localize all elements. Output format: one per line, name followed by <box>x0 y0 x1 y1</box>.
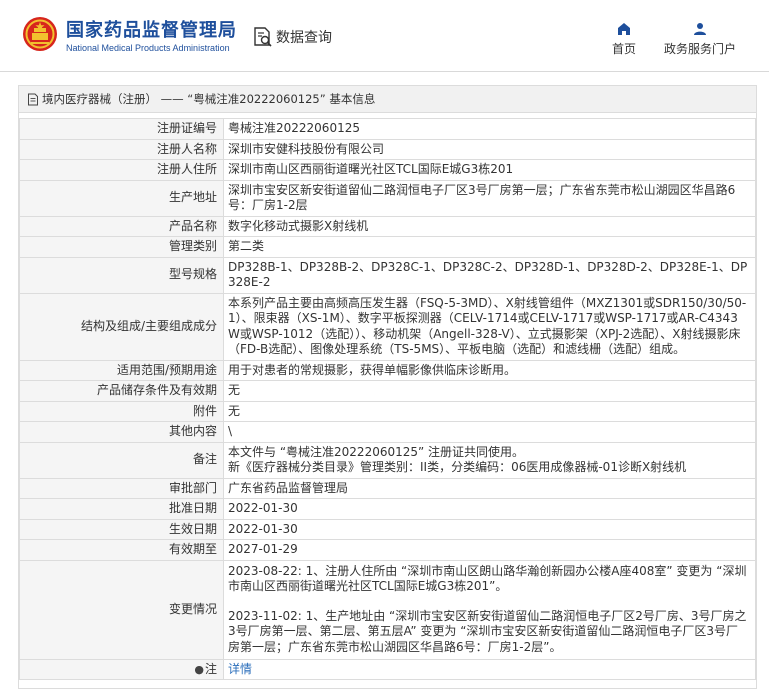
user-icon <box>694 23 706 35</box>
table-row: 结构及组成/主要组成成分 本系列产品主要由高频高压发生器（FSQ-5-3MD）、X… <box>19 292 756 361</box>
field-label: 附件 <box>19 400 224 422</box>
pin-icon: ● <box>194 662 204 676</box>
field-label-note: ●注 <box>19 658 224 680</box>
field-value: 第二类 <box>223 236 756 258</box>
note-label: 注 <box>204 661 217 676</box>
document-icon <box>28 93 38 105</box>
table-row: ●注 详情 <box>19 658 756 680</box>
table-row: 产品储存条件及有效期无 <box>19 380 756 402</box>
table-row: 审批部门 广东省药品监督管理局 <box>19 477 756 499</box>
field-label: 注册人住所 <box>19 159 224 181</box>
basic-info-panel: 境内医疗器械（注册） —— “粤械注准20222060125” 基本信息 注册证… <box>18 85 757 689</box>
field-label: 生产地址 <box>19 179 224 217</box>
field-label: 变更情况 <box>19 559 224 660</box>
panel-title-bar: 境内医疗器械（注册） —— “粤械注准20222060125” 基本信息 <box>19 86 756 113</box>
nav-service-portal[interactable]: 政务服务门户 <box>664 22 736 57</box>
field-value: 深圳市宝安区新安街道留仙二路润恒电子厂区3号厂房第一层；广东省东莞市松山湖园区华… <box>223 179 756 217</box>
document-search-icon <box>254 27 272 47</box>
table-row: 适用范围/预期用途 用于对患者的常规摄影，获得单幅影像供临床诊断用。 <box>19 359 756 381</box>
table-row: 生产地址 深圳市宝安区新安街道留仙二路润恒电子厂区3号厂房第一层；广东省东莞市松山… <box>19 179 756 217</box>
table-row: 批准日期 2022-01-30 <box>19 498 756 520</box>
change-entry: 2023-11-02: 1、生产地址由 “深圳市宝安区新安街道留仙二路润恒电子厂… <box>228 608 747 654</box>
field-value: 无 <box>223 380 756 402</box>
table-row: 其他内容 \ <box>19 421 756 443</box>
table-row: 注册人住所 深圳市南山区西丽街道曙光社区TCL国际E城G3栋201 <box>19 159 756 181</box>
table-row: 型号规格 DP328B-1、DP328B-2、DP328C-1、DP328C-2、… <box>19 256 756 294</box>
remark-line: 新《医疗器械分类目录》管理类别：II类，分类编码：06医用成像器械-01诊断X射… <box>228 460 687 474</box>
field-value: DP328B-1、DP328B-2、DP328C-1、DP328C-2、DP32… <box>223 256 756 294</box>
data-query-label: 数据查询 <box>276 30 332 46</box>
table-row: 注册人名称 深圳市安健科技股份有限公司 <box>19 138 756 160</box>
table-row: 变更情况 2023-08-22: 1、注册人住所由 “深圳市南山区朗山路华瀚创新… <box>19 559 756 660</box>
data-query-link[interactable]: 数据查询 <box>252 24 332 50</box>
home-icon <box>618 23 630 35</box>
national-emblem-icon[interactable] <box>22 16 58 52</box>
field-value: \ <box>223 421 756 443</box>
field-label: 审批部门 <box>19 477 224 499</box>
field-label: 注册证编号 <box>19 118 224 140</box>
panel-title: 境内医疗器械（注册） —— “粤械注准20222060125” 基本信息 <box>42 92 376 106</box>
table-row: 产品名称 数字化移动式摄影X射线机 <box>19 215 756 237</box>
field-value: 2027-01-29 <box>223 539 756 561</box>
field-label: 型号规格 <box>19 256 224 294</box>
field-value: 深圳市南山区西丽街道曙光社区TCL国际E城G3栋201 <box>223 159 756 181</box>
field-label: 产品名称 <box>19 215 224 237</box>
device-info-table: 注册证编号 粤械注准20222060125 注册人名称 深圳市安健科技股份有限公司 … <box>19 118 756 680</box>
field-value: 粤械注准20222060125 <box>223 118 756 140</box>
field-value: 数字化移动式摄影X射线机 <box>223 215 756 237</box>
field-label: 其他内容 <box>19 421 224 443</box>
nav-portal-label: 政务服务门户 <box>664 42 737 56</box>
field-value: 2022-01-30 <box>223 498 756 520</box>
table-row: 有效期至 2027-01-29 <box>19 539 756 561</box>
table-row: 备注 本文件与 “粤械注准20222060125” 注册证共同使用。 新《医疗器… <box>19 441 756 479</box>
field-label: 批准日期 <box>19 498 224 520</box>
details-link[interactable]: 详情 <box>228 662 252 676</box>
field-value: 2023-08-22: 1、注册人住所由 “深圳市南山区朗山路华瀚创新园办公楼A… <box>223 559 756 660</box>
field-label: 适用范围/预期用途 <box>19 359 224 381</box>
field-label: 结构及组成/主要组成成分 <box>19 292 224 361</box>
change-spacer <box>228 595 749 609</box>
nav-home[interactable]: 首页 <box>612 22 636 57</box>
field-label: 管理类别 <box>19 236 224 258</box>
table-row: 管理类别 第二类 <box>19 236 756 258</box>
site-header: 国家药品监督管理局 National Medical Products Admi… <box>0 0 769 72</box>
table-row: 注册证编号 粤械注准20222060125 <box>19 118 756 140</box>
field-label: 产品储存条件及有效期 <box>19 380 224 402</box>
field-value: 本文件与 “粤械注准20222060125” 注册证共同使用。 新《医疗器械分类… <box>223 441 756 479</box>
field-label: 备注 <box>19 441 224 479</box>
change-entry: 2023-08-22: 1、注册人住所由 “深圳市南山区朗山路华瀚创新园办公楼A… <box>228 563 747 594</box>
table-row: 生效日期 2022-01-30 <box>19 518 756 540</box>
remark-line: 本文件与 “粤械注准20222060125” 注册证共同使用。 <box>228 444 525 459</box>
field-label: 有效期至 <box>19 539 224 561</box>
field-label: 生效日期 <box>19 518 224 540</box>
site-title[interactable]: 国家药品监督管理局 <box>66 16 237 42</box>
field-value: 本系列产品主要由高频高压发生器（FSQ-5-3MD）、X射线管组件（MXZ130… <box>223 292 756 361</box>
nav-home-label: 首页 <box>612 42 637 56</box>
field-value: 2022-01-30 <box>223 518 756 540</box>
field-value: 广东省药品监督管理局 <box>223 477 756 499</box>
field-value: 用于对患者的常规摄影，获得单幅影像供临床诊断用。 <box>223 359 756 381</box>
field-value: 无 <box>223 400 756 422</box>
table-row: 附件无 <box>19 400 756 422</box>
field-label: 注册人名称 <box>19 138 224 160</box>
field-value: 详情 <box>223 658 756 680</box>
field-value: 深圳市安健科技股份有限公司 <box>223 138 756 160</box>
site-subtitle: National Medical Products Administration <box>66 43 230 53</box>
